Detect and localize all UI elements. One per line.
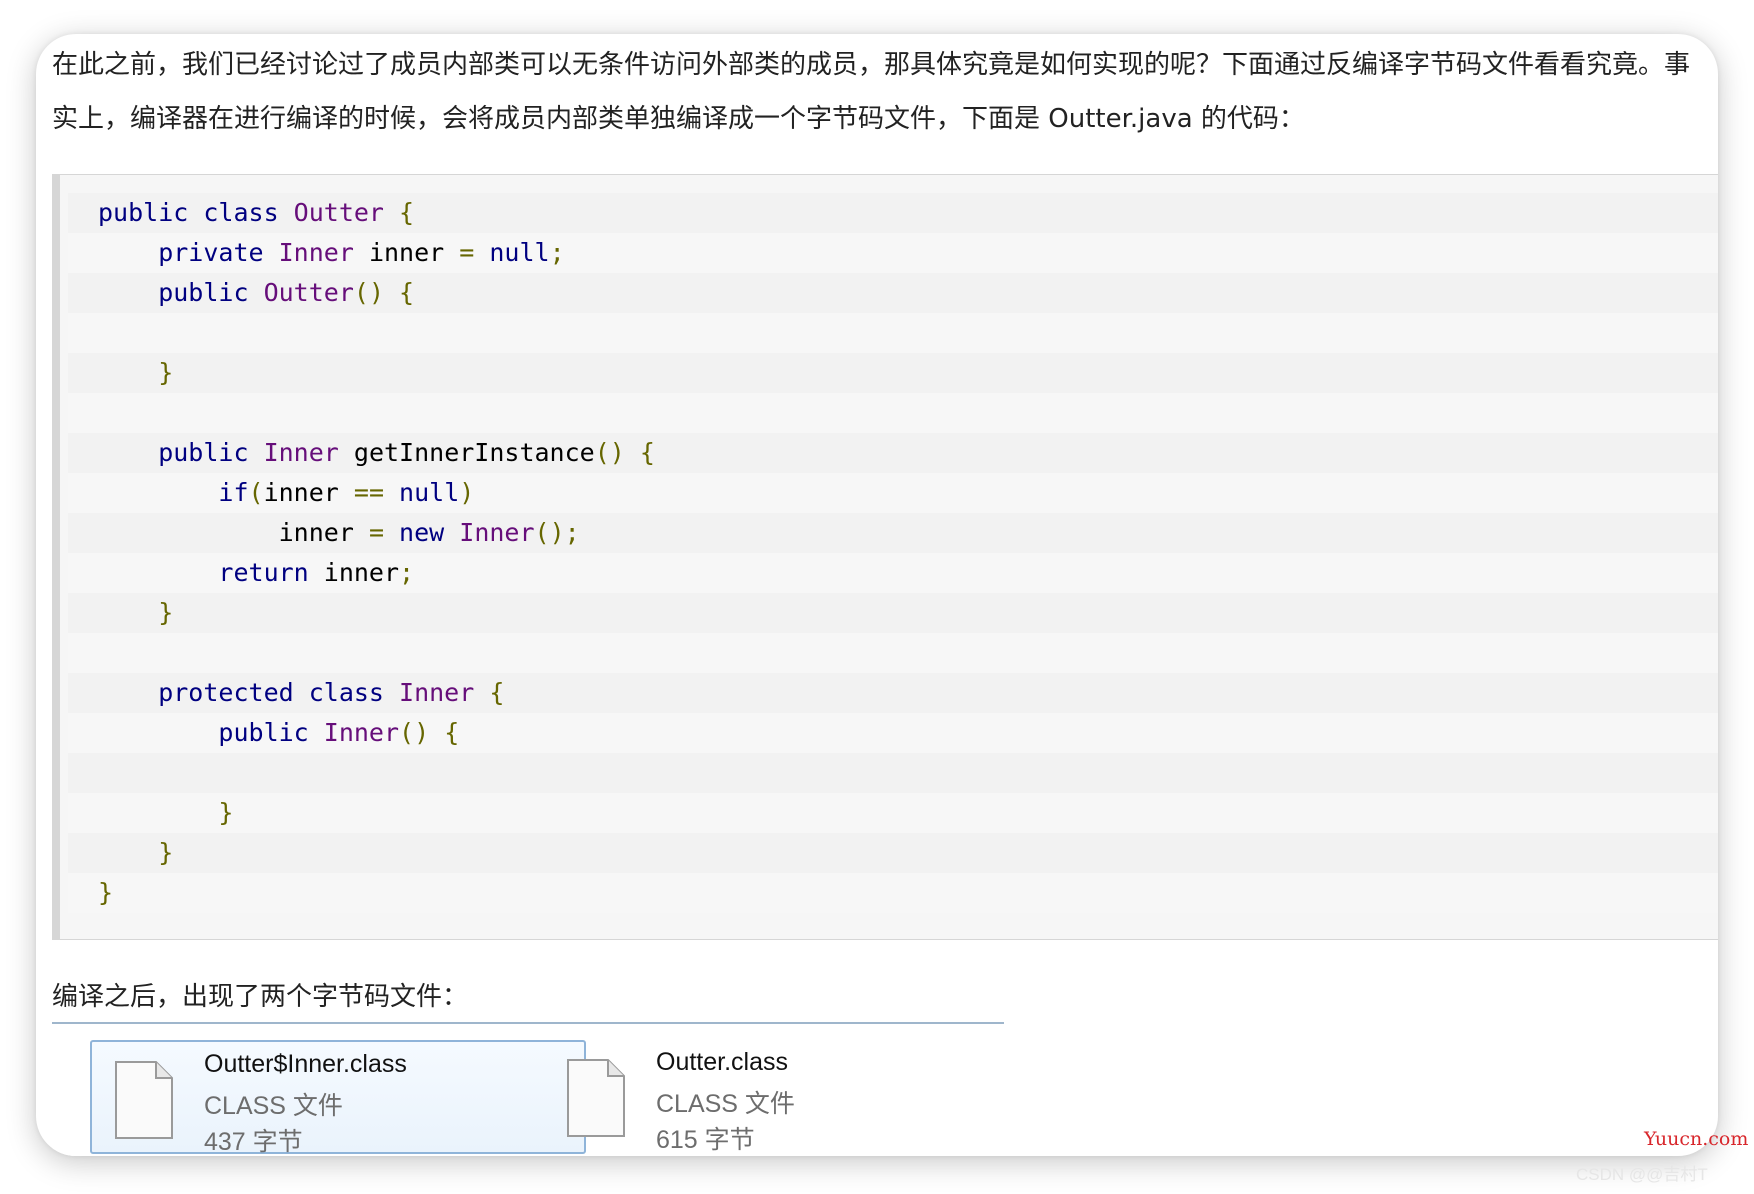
code-token: Inner bbox=[263, 438, 339, 467]
code-line: private Inner inner = null; bbox=[68, 233, 1718, 273]
code-token: Outter bbox=[293, 198, 384, 227]
file-tile-outter-inner[interactable]: Outter$Inner.class CLASS 文件 437 字节 bbox=[90, 1040, 586, 1156]
code-token: Inner bbox=[399, 678, 475, 707]
code-token: inner bbox=[323, 558, 400, 587]
code-token: private bbox=[98, 238, 279, 267]
file-icon bbox=[115, 1061, 173, 1139]
code-line bbox=[68, 633, 1718, 673]
code-token: { bbox=[474, 678, 505, 707]
code-token: () { bbox=[353, 278, 415, 307]
code-line: } bbox=[68, 873, 1718, 913]
article-card: 在此之前，我们已经讨论过了成员内部类可以无条件访问外部类的成员，那具体究竟是如何… bbox=[36, 34, 1718, 1156]
file-type: CLASS 文件 bbox=[656, 1090, 795, 1118]
code-token: ) bbox=[459, 478, 475, 507]
code-token: null bbox=[474, 238, 550, 267]
code-token: } bbox=[98, 878, 114, 907]
watermark-site: Yuucn.com bbox=[1644, 1128, 1749, 1150]
code-line: public Outter() { bbox=[68, 273, 1718, 313]
code-token: Inner bbox=[278, 238, 354, 267]
code-token: } bbox=[98, 598, 174, 627]
code-line: } bbox=[68, 793, 1718, 833]
code-line: } bbox=[68, 353, 1718, 393]
code-token: Outter bbox=[263, 278, 354, 307]
code-token: () { bbox=[399, 718, 460, 747]
file-name: Outter.class bbox=[656, 1048, 788, 1076]
code-block: public class Outter { private Inner inne… bbox=[52, 174, 1718, 940]
code-token: ( bbox=[248, 478, 264, 507]
code-token: inner bbox=[263, 478, 354, 507]
code-token: { bbox=[383, 198, 415, 227]
code-token: } bbox=[98, 798, 234, 827]
intro-paragraph: 在此之前，我们已经讨论过了成员内部类可以无条件访问外部类的成员，那具体究竟是如何… bbox=[52, 50, 1691, 134]
code-line: return inner; bbox=[68, 553, 1718, 593]
code-token: public bbox=[98, 278, 264, 307]
code-line: } bbox=[68, 833, 1718, 873]
code-token: Inner bbox=[323, 718, 400, 747]
code-token: inner bbox=[353, 238, 460, 267]
code-line: protected class Inner { bbox=[68, 673, 1718, 713]
file-name: Outter$Inner.class bbox=[204, 1050, 407, 1078]
code-line: public Inner getInnerInstance() { bbox=[68, 433, 1718, 473]
code-token: } bbox=[98, 838, 174, 867]
file-explorer-view: Outter$Inner.class CLASS 文件 437 字节 Outte… bbox=[52, 1024, 1004, 1156]
code-token: public bbox=[98, 438, 264, 467]
file-size: 437 字节 bbox=[204, 1128, 303, 1156]
code-token: public class bbox=[98, 198, 294, 227]
code-token: (); bbox=[534, 518, 580, 547]
code-line: } bbox=[68, 593, 1718, 633]
code-line: public Inner() { bbox=[68, 713, 1718, 753]
code-token: Inner bbox=[459, 518, 535, 547]
code-token: null bbox=[384, 478, 460, 507]
code-token: if bbox=[98, 478, 249, 507]
after-compile-text: 编译之后，出现了两个字节码文件： bbox=[52, 982, 469, 1012]
file-tile-outter[interactable]: Outter.class CLASS 文件 615 字节 bbox=[544, 1040, 1040, 1154]
code-token: ; bbox=[399, 558, 415, 587]
code-line: inner = new Inner(); bbox=[68, 513, 1718, 553]
code-token: inner bbox=[98, 518, 369, 547]
code-token: == bbox=[353, 478, 384, 507]
code-line: public class Outter { bbox=[68, 193, 1718, 233]
code-token: = bbox=[459, 238, 475, 267]
code-token: public bbox=[98, 718, 324, 747]
code-token: getInnerInstance bbox=[338, 438, 595, 467]
watermark-csdn: CSDN @@吉村T bbox=[1576, 1165, 1708, 1184]
code-token: = bbox=[368, 518, 384, 547]
code-token: new bbox=[384, 518, 460, 547]
code-line bbox=[68, 313, 1718, 353]
code-token: protected class bbox=[98, 678, 400, 707]
code-token: return bbox=[98, 558, 324, 587]
code-line bbox=[68, 753, 1718, 793]
code-token: () { bbox=[594, 438, 655, 467]
file-icon bbox=[567, 1059, 625, 1137]
code-token: } bbox=[98, 358, 174, 387]
code-line bbox=[68, 393, 1718, 433]
code-line: if(inner == null) bbox=[68, 473, 1718, 513]
file-type: CLASS 文件 bbox=[204, 1092, 343, 1120]
code-token: ; bbox=[549, 238, 565, 267]
file-size: 615 字节 bbox=[656, 1126, 755, 1154]
